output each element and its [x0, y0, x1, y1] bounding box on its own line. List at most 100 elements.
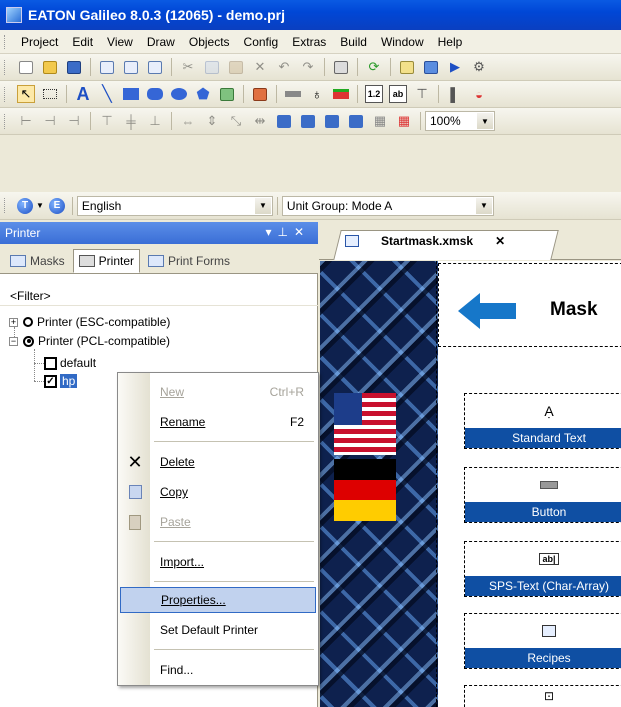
menu-window[interactable]: Window [374, 33, 431, 51]
toolbar-grip[interactable] [4, 114, 7, 129]
tree-node-default[interactable]: default [44, 354, 96, 372]
same-width-icon[interactable]: ⇔ [179, 112, 197, 130]
chevron-down-icon[interactable]: ▼ [36, 201, 44, 210]
switch-tool-icon[interactable]: ♁ [308, 85, 326, 103]
mask-canvas[interactable]: Mask Ạ Standard Text Button ab| SPS-Text… [320, 261, 621, 707]
align-middle-icon[interactable]: ╪ [122, 112, 140, 130]
toolbar-grip[interactable] [4, 198, 7, 213]
collapse-icon[interactable]: − [9, 336, 18, 346]
menu-item-delete[interactable]: ✕ Delete [120, 449, 316, 475]
menu-item-new[interactable]: New Ctrl+R [120, 379, 316, 405]
debug-icon[interactable]: ⚙ [470, 58, 488, 76]
zoom-select[interactable]: 100% ▼ [425, 111, 495, 131]
bar-graph-icon[interactable] [251, 85, 269, 103]
globe-icon[interactable]: T [17, 197, 33, 214]
chevron-down-icon[interactable]: ▼ [475, 197, 492, 214]
pin-icon[interactable]: ⊥ [277, 225, 293, 239]
send-back-icon[interactable] [347, 112, 365, 130]
network-icon[interactable]: ⊤ [413, 85, 431, 103]
print-icon[interactable] [332, 58, 350, 76]
pointer-icon[interactable]: ↖ [17, 85, 35, 103]
menu-item-properties[interactable]: Properties... [120, 587, 316, 613]
button-widget[interactable]: Button [464, 467, 621, 523]
menu-edit[interactable]: Edit [65, 33, 100, 51]
sps-text-widget[interactable]: ab| SPS-Text (Char-Array) [464, 541, 621, 597]
page-copy-icon[interactable] [122, 58, 140, 76]
undo-icon[interactable]: ↶ [275, 58, 293, 76]
paste-icon[interactable] [227, 58, 245, 76]
menu-build[interactable]: Build [333, 33, 374, 51]
menu-extras[interactable]: Extras [285, 33, 333, 51]
distribute-h-icon[interactable]: ⇹ [251, 112, 269, 130]
chevron-down-icon[interactable]: ▼ [477, 113, 493, 129]
button-tool-icon[interactable] [284, 85, 302, 103]
menu-item-set-default-printer[interactable]: Set Default Printer [120, 617, 316, 643]
tab-printer[interactable]: Printer [72, 249, 141, 273]
same-size-icon[interactable]: ⤡ [227, 112, 245, 130]
align-center-icon[interactable]: ⊣ [41, 112, 59, 130]
menu-draw[interactable]: Draw [140, 33, 182, 51]
expand-icon[interactable]: + [9, 317, 18, 327]
toolbar-grip[interactable] [4, 35, 7, 49]
checked-checkbox-icon[interactable]: ✓ [44, 374, 57, 388]
unit-group-select[interactable]: Unit Group: Mode A ▼ [281, 195, 494, 216]
language-edit-icon[interactable]: E [48, 197, 65, 214]
align-top-icon[interactable]: ⊤ [98, 112, 116, 130]
chevron-down-icon[interactable]: ▼ [254, 197, 271, 214]
next-widget[interactable]: ⊡ [464, 685, 621, 707]
align-left-icon[interactable]: ⊢ [17, 112, 35, 130]
page-icon[interactable] [98, 58, 116, 76]
line-tool-icon[interactable]: ╲ [98, 85, 116, 103]
same-height-icon[interactable]: ⇕ [203, 112, 221, 130]
image-tool-icon[interactable] [218, 85, 236, 103]
open-folder-icon[interactable] [41, 58, 59, 76]
close-icon[interactable]: ✕ [294, 225, 310, 239]
new-file-icon[interactable] [17, 58, 35, 76]
run-icon[interactable]: ▶ [446, 58, 464, 76]
menu-view[interactable]: View [100, 33, 140, 51]
polygon-tool-icon[interactable]: ⬟ [194, 85, 212, 103]
tab-masks[interactable]: Masks [4, 249, 71, 273]
toolbar-grip[interactable] [4, 87, 7, 102]
delete-icon[interactable]: ✕ [251, 58, 269, 76]
text-field-icon[interactable]: ab [389, 85, 407, 103]
copy-icon[interactable] [203, 58, 221, 76]
standard-text-widget[interactable]: Ạ Standard Text [464, 393, 621, 449]
menu-objects[interactable]: Objects [182, 33, 237, 51]
menu-item-paste[interactable]: Paste [120, 509, 316, 535]
download-icon[interactable] [422, 58, 440, 76]
tree-node-esc[interactable]: + Printer (ESC-compatible) [9, 313, 170, 331]
page-list-icon[interactable] [146, 58, 164, 76]
menu-item-copy[interactable]: Copy [120, 479, 316, 505]
toolbar-grip[interactable] [4, 60, 7, 75]
menu-config[interactable]: Config [237, 33, 286, 51]
numeric-field-icon[interactable]: 1.2 [365, 85, 383, 103]
recipes-widget[interactable]: Recipes [464, 613, 621, 669]
tree-filter[interactable]: <Filter> [10, 289, 51, 303]
tree-node-pcl[interactable]: − Printer (PCL-compatible) [9, 332, 170, 350]
save-icon[interactable] [65, 58, 83, 76]
menu-help[interactable]: Help [431, 33, 470, 51]
gauge-icon[interactable]: ◒ [470, 85, 488, 103]
menu-item-import[interactable]: Import... [120, 549, 316, 575]
ellipse-tool-icon[interactable] [170, 85, 188, 103]
ungroup-icon[interactable] [299, 112, 317, 130]
lamp-tool-icon[interactable] [332, 85, 350, 103]
us-flag-icon[interactable] [334, 393, 396, 455]
chart-icon[interactable]: ▌ [446, 85, 464, 103]
build-icon[interactable] [398, 58, 416, 76]
menu-project[interactable]: Project [14, 33, 65, 51]
text-tool-icon[interactable]: A [74, 84, 92, 104]
select-rect-icon[interactable] [41, 85, 59, 103]
redo-icon[interactable]: ↷ [299, 58, 317, 76]
grid-icon[interactable]: ▦ [371, 112, 389, 130]
language-select[interactable]: English ▼ [76, 195, 273, 216]
menu-item-rename[interactable]: Rename F2 [120, 409, 316, 435]
refresh-icon[interactable]: ⟳ [365, 58, 383, 76]
group-icon[interactable] [275, 112, 293, 130]
cut-icon[interactable]: ✂ [179, 58, 197, 76]
menu-item-find[interactable]: Find... [120, 657, 316, 683]
snap-grid-icon[interactable]: ▦ [395, 112, 413, 130]
tree-node-hp[interactable]: ✓ hp [44, 372, 78, 390]
close-tab-icon[interactable]: ✕ [495, 234, 505, 248]
